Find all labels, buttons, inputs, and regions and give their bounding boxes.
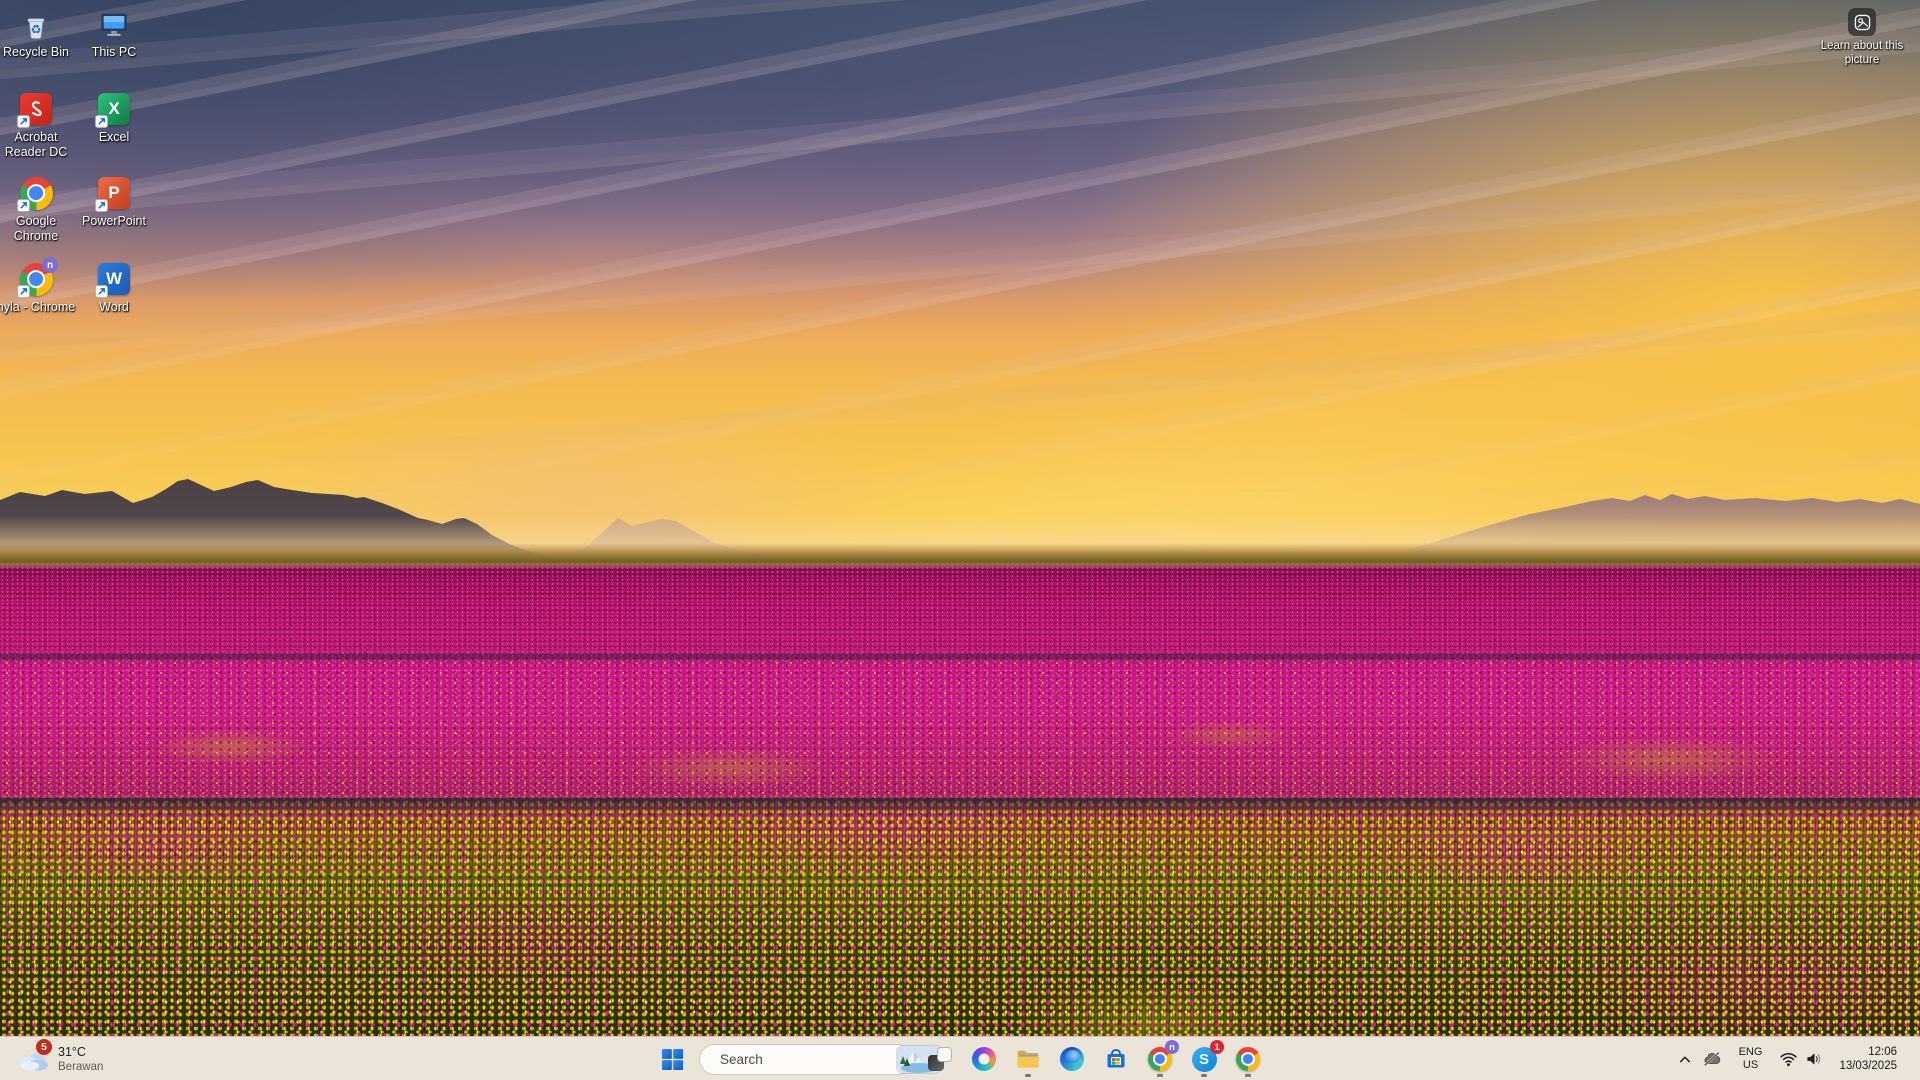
desktop-icon-label: nyla - Chrome (0, 300, 76, 314)
clock: 12:06 13/03/2025 (1833, 1045, 1903, 1074)
shortcut-arrow-icon (95, 285, 108, 298)
wallpaper-field-far (0, 562, 1920, 654)
taskbar-search[interactable] (699, 1043, 941, 1075)
windows-desktop: ♻ Recycle Bin Acrobat Reader DC Google C… (0, 0, 1920, 1080)
language-indicator: ENG US (1738, 1046, 1763, 1071)
running-indicator (1245, 1074, 1251, 1077)
tray-date: 13/03/2025 (1839, 1060, 1897, 1072)
weather-widget[interactable]: 5 31°C Berawan (6, 1039, 113, 1079)
microsoft-store-icon (1107, 1049, 1125, 1068)
learn-about-picture-label: Learn about this picture (1820, 40, 1904, 66)
chrome-icon (1236, 1047, 1260, 1071)
onedrive-status-button[interactable] (1697, 1041, 1727, 1077)
taskbar-center-group: n S 1 (650, 1039, 1270, 1079)
desktop-icon-label: Excel (98, 130, 130, 144)
volume-icon (1807, 1053, 1821, 1065)
wallpaper-mountains (0, 479, 1920, 575)
edge-button[interactable] (1050, 1039, 1094, 1079)
task-view-icon (928, 1047, 952, 1071)
shortcut-arrow-icon (95, 199, 108, 212)
system-tray: ENG US 12:06 13/03/2025 (1673, 1039, 1920, 1079)
wifi-icon (1780, 1053, 1798, 1067)
desktop-icon-label: This PC (91, 45, 137, 59)
copilot-icon (972, 1047, 996, 1071)
taskbar: 5 31°C Berawan Search n S 1 ENG US 12:06… (0, 1036, 1920, 1080)
file-explorer-icon (1017, 1050, 1040, 1068)
clock-calendar-button[interactable]: 12:06 13/03/2025 (1828, 1041, 1908, 1077)
weather-text: 31°C Berawan (58, 1045, 103, 1074)
desktop-icon-recycle-bin[interactable]: ♻ Recycle Bin (0, 7, 78, 60)
profile-badge: n (42, 257, 58, 273)
copilot-button[interactable] (962, 1039, 1006, 1079)
start-button[interactable] (650, 1039, 694, 1079)
word-icon: W (95, 262, 131, 298)
desktop-icon-label: Acrobat Reader DC (4, 130, 68, 159)
svg-text:♻: ♻ (31, 23, 42, 37)
desktop-icon-label: Google Chrome (13, 214, 59, 243)
desktop-icon-label: Recycle Bin (3, 45, 69, 59)
desktop-icon-google-chrome[interactable]: Google Chrome (0, 176, 78, 244)
network-volume-button[interactable] (1774, 1041, 1828, 1077)
notification-badge: 1 (1210, 1040, 1224, 1054)
desktop-icon-label: Word (99, 300, 129, 314)
shortcut-arrow-icon (17, 115, 30, 128)
chrome-icon (17, 176, 53, 212)
desktop-icon-word[interactable]: W Word (72, 262, 156, 315)
desktop-icon-label: PowerPoint (82, 214, 146, 228)
weather-temperature: 31°C (58, 1044, 86, 1059)
wallpaper-field-mid (0, 648, 1920, 798)
desktop-icon-acrobat[interactable]: Acrobat Reader DC (0, 92, 78, 160)
profile-badge: n (1165, 1040, 1179, 1054)
wallpaper-image (0, 0, 1920, 1080)
windows-logo-icon (661, 1048, 683, 1070)
desktop-icon-excel[interactable]: X Excel (72, 92, 156, 145)
task-view-button[interactable] (918, 1039, 962, 1079)
weather-cloud-icon: 5 (16, 1039, 52, 1072)
running-indicator (1157, 1074, 1163, 1077)
learn-about-picture-button[interactable]: Learn about this picture (1810, 8, 1914, 67)
running-indicator (1201, 1074, 1207, 1077)
file-explorer-button[interactable] (1006, 1039, 1050, 1079)
edge-icon (1060, 1047, 1084, 1071)
onedrive-paused-icon (1703, 1051, 1720, 1067)
recycle-bin-icon: ♻ (19, 7, 53, 41)
excel-icon: X (95, 92, 131, 128)
weather-condition: Berawan (58, 1060, 104, 1073)
shortcut-arrow-icon (17, 199, 30, 212)
tray-time: 12:06 (1868, 1045, 1897, 1058)
hidden-icons-button[interactable] (1673, 1041, 1697, 1077)
powerpoint-icon: P (95, 176, 131, 212)
shortcut-arrow-icon (95, 115, 108, 128)
chrome-profile-icon: n (17, 257, 58, 298)
desktop-icon-powerpoint[interactable]: P PowerPoint (72, 176, 156, 229)
picture-info-icon (1848, 8, 1876, 36)
notification-badge: 5 (36, 1039, 52, 1055)
language-switcher[interactable]: ENG US (1727, 1041, 1775, 1077)
shortcut-arrow-icon (17, 285, 30, 298)
search-input[interactable] (720, 1051, 897, 1067)
chevron-up-icon (1679, 1056, 1690, 1063)
microsoft-store-button[interactable] (1094, 1039, 1138, 1079)
acrobat-reader-icon (17, 92, 53, 128)
chrome-nyla-button[interactable]: n (1138, 1039, 1182, 1079)
skype-button[interactable]: S 1 (1182, 1039, 1226, 1079)
desktop-icon-nyla-chrome[interactable]: n nyla - Chrome (0, 257, 78, 315)
this-pc-icon (97, 7, 131, 41)
desktop-icon-this-pc[interactable]: This PC (72, 7, 156, 60)
chrome-button[interactable] (1226, 1039, 1270, 1079)
running-indicator (1025, 1074, 1031, 1077)
